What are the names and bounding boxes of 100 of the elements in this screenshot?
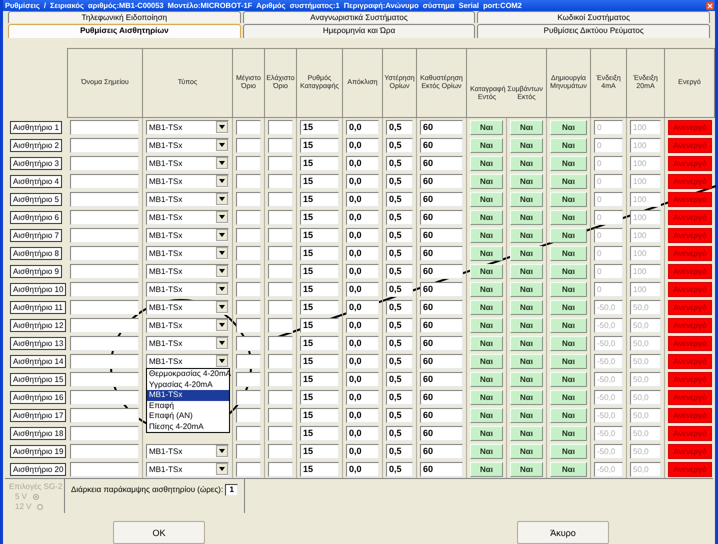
min-limit-field[interactable] [268, 336, 293, 350]
type-dropdown[interactable]: MB1-TSx [146, 192, 229, 206]
messages-button[interactable]: Ναι [550, 210, 587, 224]
event-out-button[interactable]: Ναι [510, 210, 543, 224]
rate-field[interactable]: 15 [300, 210, 339, 224]
min-limit-field[interactable] [268, 174, 293, 188]
rate-field[interactable]: 15 [300, 372, 339, 386]
min-limit-field[interactable] [268, 354, 293, 368]
min-limit-field[interactable] [268, 282, 293, 296]
rate-field[interactable]: 15 [300, 138, 339, 152]
tab[interactable]: Ημερομηνία και Ώρα [242, 24, 476, 38]
type-dropdown[interactable]: MB1-TSx [146, 282, 229, 296]
min-limit-field[interactable] [268, 300, 293, 314]
type-dropdown[interactable]: MB1-TSx [146, 174, 229, 188]
deviation-field[interactable]: 0,0 [346, 300, 379, 314]
type-dropdown[interactable]: MB1-TSx [146, 138, 229, 152]
tab[interactable]: Κωδικοί Συστήματος [477, 11, 710, 23]
min-limit-field[interactable] [268, 156, 293, 170]
max-limit-field[interactable] [236, 156, 261, 170]
event-in-button[interactable]: Ναι [470, 138, 503, 152]
hysteresis-field[interactable]: 0,5 [386, 354, 413, 368]
type-dropdown[interactable]: MB1-TSx [146, 228, 229, 242]
hysteresis-field[interactable]: 0,5 [386, 336, 413, 350]
min-limit-field[interactable] [268, 210, 293, 224]
type-dropdown[interactable]: MB1-TSx [146, 246, 229, 260]
point-name-field[interactable] [70, 138, 139, 152]
deviation-field[interactable]: 0,0 [346, 264, 379, 278]
min-limit-field[interactable] [268, 138, 293, 152]
deviation-field[interactable]: 0,0 [346, 246, 379, 260]
hysteresis-field[interactable]: 0,5 [386, 138, 413, 152]
deviation-field[interactable]: 0,0 [346, 408, 379, 422]
event-out-button[interactable]: Ναι [510, 444, 543, 458]
messages-button[interactable]: Ναι [550, 462, 587, 476]
deviation-field[interactable]: 0,0 [346, 228, 379, 242]
point-name-field[interactable] [70, 426, 139, 440]
max-limit-field[interactable] [236, 264, 261, 278]
rate-field[interactable]: 15 [300, 156, 339, 170]
hysteresis-field[interactable]: 0,5 [386, 372, 413, 386]
messages-button[interactable]: Ναι [550, 444, 587, 458]
max-limit-field[interactable] [236, 228, 261, 242]
event-in-button[interactable]: Ναι [470, 174, 503, 188]
delay-field[interactable]: 60 [420, 372, 463, 386]
hysteresis-field[interactable]: 0,5 [386, 174, 413, 188]
rate-field[interactable]: 15 [300, 390, 339, 404]
messages-button[interactable]: Ναι [550, 372, 587, 386]
point-name-field[interactable] [70, 210, 139, 224]
max-limit-field[interactable] [236, 444, 261, 458]
deviation-field[interactable]: 0,0 [346, 318, 379, 332]
deviation-field[interactable]: 0,0 [346, 426, 379, 440]
point-name-field[interactable] [70, 264, 139, 278]
deviation-field[interactable]: 0,0 [346, 390, 379, 404]
delay-field[interactable]: 60 [420, 318, 463, 332]
point-name-field[interactable] [70, 120, 139, 134]
event-in-button[interactable]: Ναι [470, 408, 503, 422]
rate-field[interactable]: 15 [300, 246, 339, 260]
delay-field[interactable]: 60 [420, 462, 463, 476]
hysteresis-field[interactable]: 0,5 [386, 390, 413, 404]
deviation-field[interactable]: 0,0 [346, 336, 379, 350]
rate-field[interactable]: 15 [300, 318, 339, 332]
max-limit-field[interactable] [236, 282, 261, 296]
messages-button[interactable]: Ναι [550, 426, 587, 440]
event-out-button[interactable]: Ναι [510, 426, 543, 440]
event-in-button[interactable]: Ναι [470, 462, 503, 476]
event-out-button[interactable]: Ναι [510, 408, 543, 422]
rate-field[interactable]: 15 [300, 228, 339, 242]
deviation-field[interactable]: 0,0 [346, 210, 379, 224]
bypass-hours-field[interactable]: 1 [225, 484, 238, 496]
event-out-button[interactable]: Ναι [510, 120, 543, 134]
event-in-button[interactable]: Ναι [470, 210, 503, 224]
point-name-field[interactable] [70, 192, 139, 206]
point-name-field[interactable] [70, 228, 139, 242]
rate-field[interactable]: 15 [300, 336, 339, 350]
event-out-button[interactable]: Ναι [510, 174, 543, 188]
hysteresis-field[interactable]: 0,5 [386, 156, 413, 170]
cancel-button[interactable]: Άκυρο [517, 521, 609, 544]
event-in-button[interactable]: Ναι [470, 120, 503, 134]
rate-field[interactable]: 15 [300, 462, 339, 476]
hysteresis-field[interactable]: 0,5 [386, 300, 413, 314]
delay-field[interactable]: 60 [420, 300, 463, 314]
event-in-button[interactable]: Ναι [470, 228, 503, 242]
hysteresis-field[interactable]: 0,5 [386, 192, 413, 206]
delay-field[interactable]: 60 [420, 138, 463, 152]
rate-field[interactable]: 15 [300, 120, 339, 134]
messages-button[interactable]: Ναι [550, 354, 587, 368]
event-out-button[interactable]: Ναι [510, 228, 543, 242]
tab[interactable]: Τηλεφωνική Ειδοποίηση [8, 11, 241, 23]
event-in-button[interactable]: Ναι [470, 426, 503, 440]
rate-field[interactable]: 15 [300, 264, 339, 278]
event-in-button[interactable]: Ναι [470, 318, 503, 332]
delay-field[interactable]: 60 [420, 192, 463, 206]
point-name-field[interactable] [70, 282, 139, 296]
min-limit-field[interactable] [268, 408, 293, 422]
hysteresis-field[interactable]: 0,5 [386, 246, 413, 260]
event-in-button[interactable]: Ναι [470, 246, 503, 260]
deviation-field[interactable]: 0,0 [346, 192, 379, 206]
rate-field[interactable]: 15 [300, 282, 339, 296]
deviation-field[interactable]: 0,0 [346, 120, 379, 134]
messages-button[interactable]: Ναι [550, 246, 587, 260]
event-in-button[interactable]: Ναι [470, 444, 503, 458]
rate-field[interactable]: 15 [300, 408, 339, 422]
